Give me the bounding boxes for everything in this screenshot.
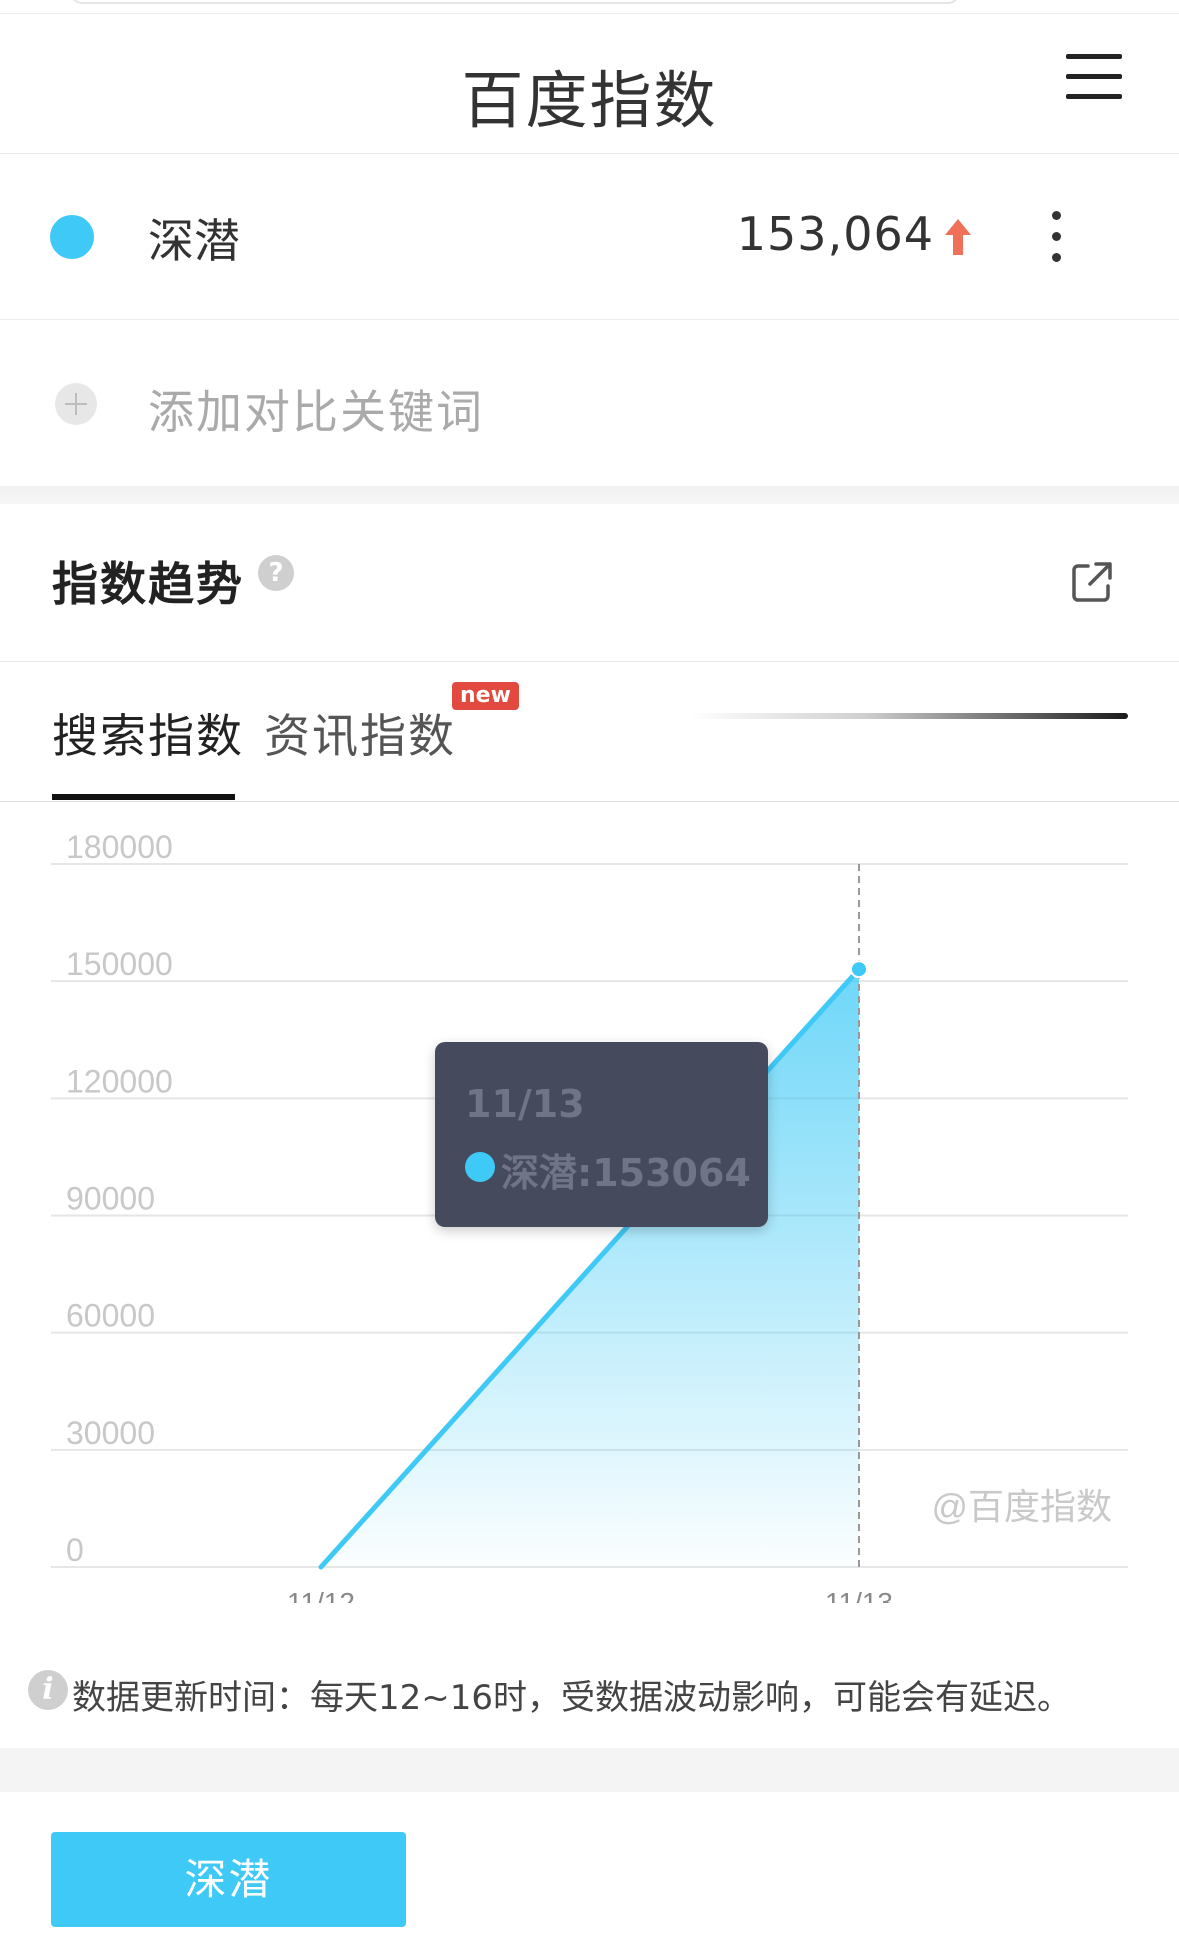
y-tick-label: 120000 <box>66 1063 173 1099</box>
y-tick-label: 30000 <box>66 1415 155 1451</box>
keyword-row[interactable]: 深潜 153,064 <box>0 155 1179 320</box>
tab-search-index[interactable]: 搜索指数 <box>52 700 244 766</box>
keyword-name: 深潜 <box>148 214 240 268</box>
plus-icon <box>55 383 97 425</box>
section-header: 指数趋势 ? <box>0 504 1179 662</box>
y-tick-label: 0 <box>66 1532 84 1568</box>
y-tick-label: 90000 <box>66 1181 155 1217</box>
y-tick-label: 180000 <box>66 829 173 865</box>
bottom-divider <box>0 1748 1179 1792</box>
add-compare-keyword[interactable]: 添加对比关键词 <box>0 321 1179 486</box>
y-tick-label: 60000 <box>66 1298 155 1334</box>
chart-watermark: @百度指数 <box>931 1486 1112 1527</box>
page-title: 百度指数 <box>461 64 718 137</box>
tooltip-date: 11/13 <box>465 1082 585 1126</box>
help-icon[interactable]: ? <box>258 555 294 591</box>
keyword-button[interactable]: 深潜 <box>51 1832 406 1927</box>
tab-scroll-indicator[interactable] <box>690 713 1128 719</box>
update-note-text: 数据更新时间：每天12~16时，受数据波动影响，可能会有延迟。 <box>72 1678 1072 1718</box>
index-tabs: 搜索指数 资讯指数 new <box>0 662 1179 802</box>
x-tick-label: 11/13 <box>825 1587 893 1603</box>
external-link-icon[interactable] <box>1070 560 1114 604</box>
tab-news-index[interactable]: 资讯指数 <box>264 700 456 766</box>
tooltip-series-dot <box>465 1152 495 1182</box>
tooltip-value: 深潜:153064 <box>501 1151 751 1195</box>
chart-tooltip: 11/13 深潜:153064 <box>435 1042 768 1227</box>
keyword-color-dot <box>50 215 94 259</box>
x-tick-label: 11/12 <box>287 1587 355 1603</box>
add-keyword-placeholder: 添加对比关键词 <box>148 385 484 439</box>
keyword-value: 153,064 <box>736 207 934 261</box>
app-header: 百度指数 <box>0 14 1179 154</box>
search-bar-bottom[interactable] <box>70 0 960 4</box>
arrow-up-icon <box>945 219 971 255</box>
data-point <box>850 960 868 979</box>
section-title: 指数趋势 <box>52 557 244 611</box>
update-note: i 数据更新时间：每天12~16时，受数据波动影响，可能会有延迟。 <box>28 1666 1168 1726</box>
page: 百度指数 深潜 153,064 添加对比关键词 指数趋势 ? 搜索指数 资讯指数… <box>0 0 1179 1960</box>
hamburger-menu-icon[interactable] <box>1066 52 1122 102</box>
info-icon: i <box>28 1670 68 1710</box>
section-divider <box>0 486 1179 504</box>
new-badge: new <box>452 682 519 710</box>
y-tick-label: 150000 <box>66 946 173 982</box>
top-search-bar-edge <box>0 0 1179 14</box>
more-options-icon[interactable] <box>1045 207 1067 267</box>
active-tab-underline <box>52 794 235 800</box>
